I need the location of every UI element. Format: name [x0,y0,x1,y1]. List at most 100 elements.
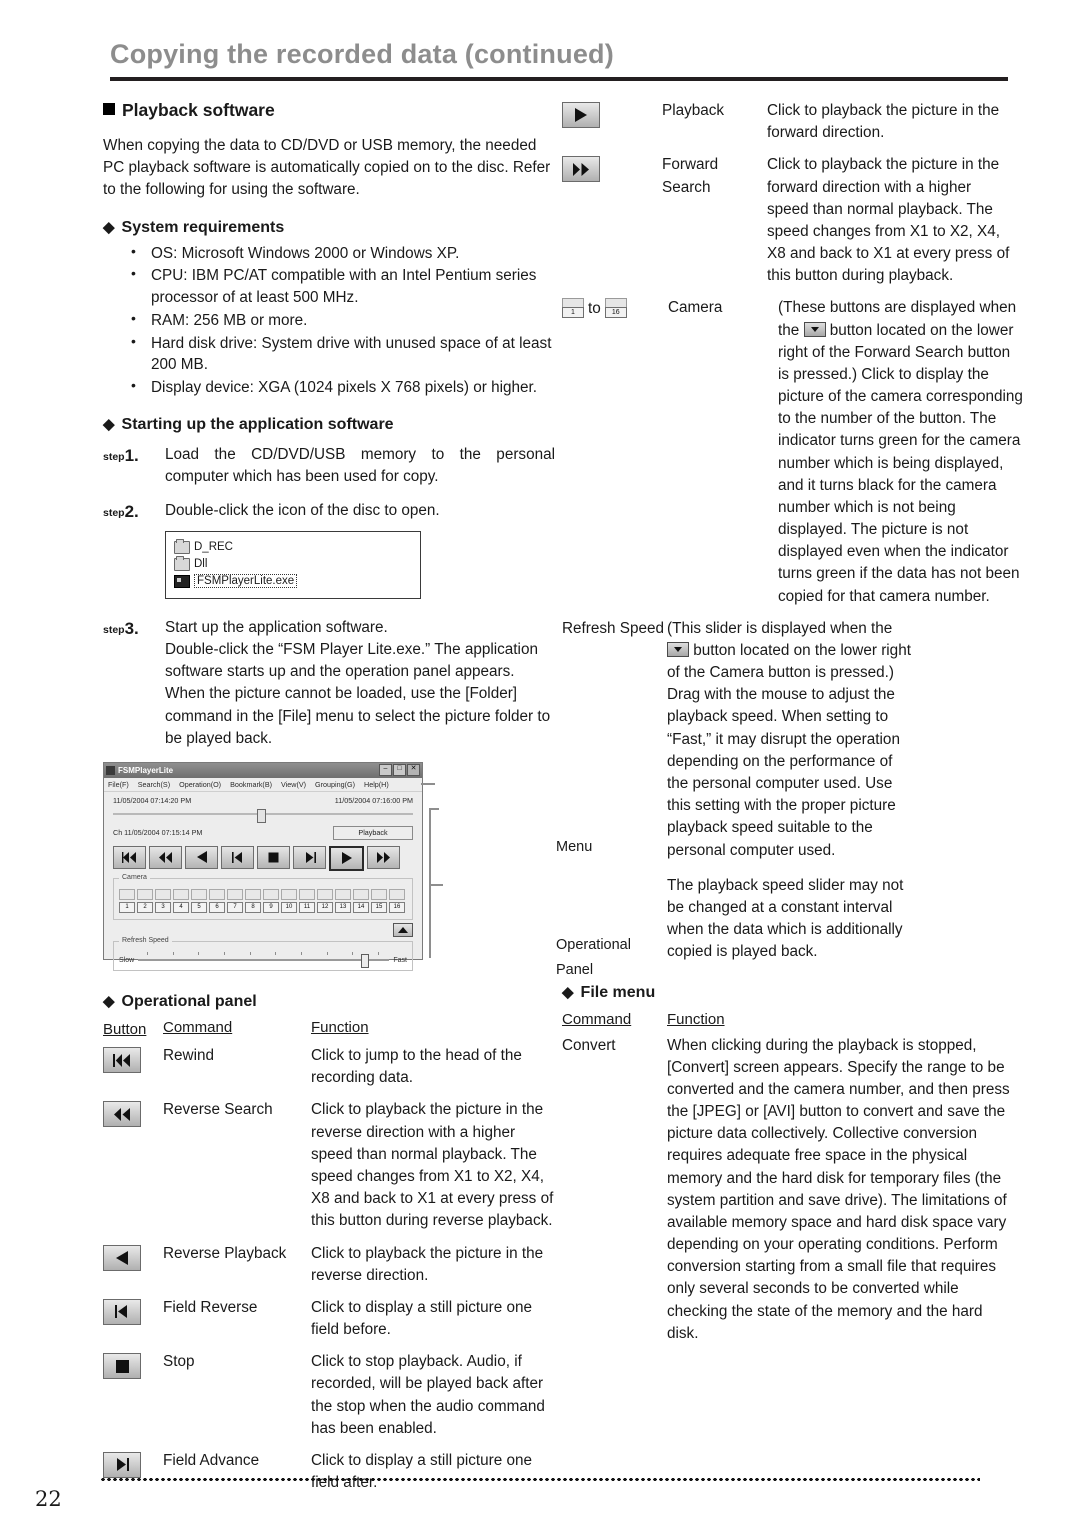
seek-handle[interactable] [257,808,266,823]
button-cell [103,1099,163,1232]
menu-item-operation[interactable]: Operation(O) [179,780,221,789]
column-header-function: Function [311,1019,555,1038]
camera-button-5[interactable]: 5 [191,901,207,913]
camera-indicator [299,888,315,900]
camera-button-14[interactable]: 14 [353,901,369,913]
camera-range-cell: 1 to 16 [562,297,662,607]
refresh-speed-handle[interactable] [361,954,370,969]
page-number: 22 [35,1487,62,1511]
button-cell [562,154,662,287]
menu-item-bookmark[interactable]: Bookmark(B) [230,780,272,789]
app-icon [106,765,115,775]
camera-button-13[interactable]: 13 [335,901,351,913]
camera-button-first-icon[interactable]: 1 [562,298,584,319]
titlebar: FSMPlayerLite – □ ✕ [104,762,422,778]
tick [249,951,251,955]
stop-icon[interactable] [103,1353,141,1380]
fast-label: Fast [393,956,407,964]
heading-operational-panel: ◆ Operational panel [103,992,555,1011]
heading-file-menu: ◆ File menu [562,983,1012,1002]
menu-item-file[interactable]: File(F) [108,780,129,789]
camera-button-4[interactable]: 4 [173,901,189,913]
step-1-text: Load the CD/DVD/USB memory to the person… [165,445,555,486]
seek-slider[interactable] [113,808,413,823]
camera-button-15[interactable]: 15 [371,901,387,913]
table-row: Forward Search Click to playback the pic… [562,154,1012,287]
menu-item-search[interactable]: Search(S) [138,780,170,789]
tick [326,951,328,955]
camera-button-7[interactable]: 7 [227,901,243,913]
reverse-playback-icon[interactable] [103,1244,141,1271]
rewind-icon[interactable] [113,845,146,869]
step-2-number: step2. [103,500,165,525]
camera-indicator [317,888,333,900]
field-reverse-icon[interactable] [103,1298,141,1325]
menu-item-view[interactable]: View(V) [281,780,306,789]
menu-item-grouping[interactable]: Grouping(G) [315,780,355,789]
heading-file-menu-label: File menu [580,984,656,1002]
chevron-up-icon[interactable] [393,922,413,937]
heading-operational-panel-label: Operational panel [121,992,257,1010]
camera-button-3[interactable]: 3 [155,901,171,913]
command-cell: Field Advance [163,1451,260,1469]
camera-button-2[interactable]: 2 [137,901,153,913]
square-bullet-icon [103,103,115,115]
step-3: step3. Start up the application software… [103,617,555,750]
camera-button-8[interactable]: 8 [245,901,261,913]
camera-button-last-icon[interactable]: 16 [604,298,627,319]
list-item[interactable]: D_REC [174,538,412,556]
field-reverse-icon[interactable] [221,845,254,869]
playback-icon[interactable] [329,845,364,871]
menu-item-help[interactable]: Help(H) [364,780,389,789]
camera-button-6[interactable]: 6 [209,901,225,913]
step-1-number: step1. [103,444,165,488]
refresh-speed-slider[interactable]: Slow Fast [119,954,407,969]
reverse-search-icon[interactable] [149,845,182,869]
camera-button-11[interactable]: 11 [299,901,315,913]
refresh-speed-label: Refresh Speed [119,936,172,944]
list-item[interactable]: Dll [174,555,412,573]
stop-icon[interactable] [257,845,290,869]
function-text-part1: (This slider is displayed when the [667,619,893,637]
list-item[interactable]: FSMPlayerLite.exe [174,573,412,590]
forward-search-icon[interactable] [367,845,400,869]
page-header: Copying the recorded data (continued) [110,39,1008,81]
forward-search-icon[interactable] [562,156,600,183]
footer-dotted-rule [100,1477,980,1482]
close-icon[interactable]: ✕ [407,764,420,777]
reverse-playback-icon[interactable] [185,845,218,869]
step-1: step1. Load the CD/DVD/USB memory to the… [103,444,555,488]
playback-icon[interactable] [562,102,600,128]
command-cell: Reverse Search [163,1101,273,1119]
camera-button-10[interactable]: 10 [281,901,297,913]
reverse-search-icon[interactable] [103,1101,141,1128]
camera-button-12[interactable]: 12 [317,901,333,913]
playback-status-button[interactable]: Playback [333,825,413,840]
minimize-icon[interactable]: – [379,764,392,777]
tick [377,951,379,955]
heading-system-requirements-label: System requirements [121,218,285,236]
heading-playback-software: Playback software [103,100,555,121]
table-row: Rewind Click to jump to the head of the … [103,1045,555,1089]
right-column: Playback Click to playback the picture i… [562,100,1023,1355]
maximize-icon[interactable]: □ [393,764,406,777]
menubar: File(F) Search(S) Operation(O) Bookmark(… [104,777,422,792]
command-cell: Field Reverse [163,1298,258,1316]
tick [147,951,148,955]
heading-starting-up-label: Starting up the application software [121,415,394,433]
table-row: Reverse Playback Click to playback the p… [103,1243,555,1287]
refresh-speed-ticks [147,951,379,955]
camera-group: Camera 1 2 3 4 5 6 7 8 9 10 11 12 13 14 … [113,873,413,920]
camera-button-9[interactable]: 9 [263,901,279,913]
field-advance-icon[interactable] [293,845,326,869]
camera-button-16[interactable]: 16 [389,901,405,913]
camera-indicator [119,888,135,900]
rewind-icon[interactable] [103,1047,141,1074]
camera-number: 1 [562,307,584,319]
tick [223,951,225,955]
command-cell: Forward Search [662,156,719,196]
camera-button-1[interactable]: 1 [119,901,135,913]
diamond-bullet-icon: ◆ [562,984,574,1002]
field-advance-icon[interactable] [103,1451,141,1478]
button-cell [103,1351,163,1440]
